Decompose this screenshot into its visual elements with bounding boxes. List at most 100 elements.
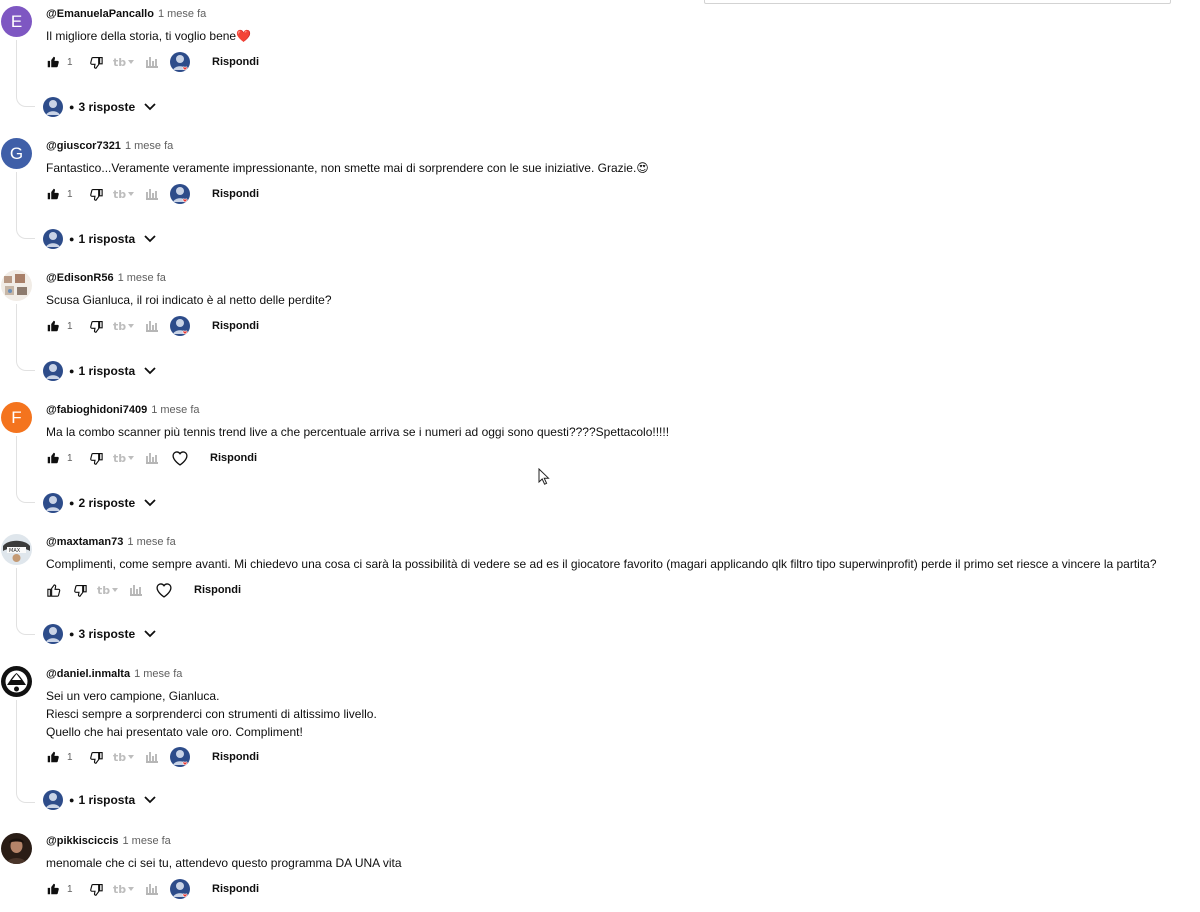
- replies-toggle[interactable]: ● 3 risposte: [42, 96, 156, 118]
- like-filled-icon[interactable]: [46, 319, 60, 333]
- avatar[interactable]: [1, 833, 32, 864]
- heart-icon[interactable]: [155, 582, 173, 598]
- svg-text:tb: tb: [113, 320, 126, 332]
- dislike-icon[interactable]: [89, 319, 104, 334]
- comment-header: @maxtaman73 1 mese fa: [46, 536, 176, 548]
- comment-line: Il migliore della storia, ti voglio bene…: [46, 29, 252, 43]
- replies-toggle[interactable]: ● 3 risposte: [42, 623, 156, 645]
- comment-header: @daniel.inmalta 1 mese fa: [46, 668, 182, 680]
- chevron-down-icon: [144, 499, 156, 507]
- creator-avatar-icon: [42, 96, 64, 118]
- like-filled-icon[interactable]: [46, 451, 60, 465]
- bar-chart-icon[interactable]: [145, 452, 159, 464]
- like-count: 1: [67, 452, 73, 464]
- replies-toggle[interactable]: ● 1 risposta: [42, 228, 156, 250]
- bar-chart-icon[interactable]: [145, 56, 159, 68]
- thumb-score-icon[interactable]: tb: [113, 452, 135, 464]
- bar-chart-icon[interactable]: [145, 751, 159, 763]
- bar-chart-icon[interactable]: [145, 883, 159, 895]
- heart-icon[interactable]: [171, 450, 189, 466]
- chevron-down-icon: [144, 367, 156, 375]
- comment-author[interactable]: @fabioghidoni7409: [46, 404, 147, 416]
- avatar[interactable]: E: [1, 6, 32, 37]
- reply-button[interactable]: Rispondi: [212, 751, 259, 763]
- replies-count: 1 risposta: [78, 232, 136, 246]
- chevron-down-icon: [144, 103, 156, 111]
- comment-author[interactable]: @maxtaman73: [46, 536, 123, 548]
- comment-thread: @EdisonR56 1 mese fa Scusa Gianluca, il r…: [0, 268, 1200, 398]
- dislike-icon[interactable]: [89, 882, 104, 897]
- comment-header: @EmanuelaPancallo 1 mese fa: [46, 8, 206, 20]
- replies-count: 3 risposte: [78, 100, 136, 114]
- avatar[interactable]: [1, 666, 32, 697]
- thread-connector: [16, 40, 35, 107]
- reply-button[interactable]: Rispondi: [194, 584, 241, 596]
- creator-heart-avatar: [169, 746, 191, 768]
- reply-button[interactable]: Rispondi: [212, 56, 259, 68]
- replies-toggle[interactable]: ● 2 risposte: [42, 492, 156, 514]
- separator-dot: ●: [69, 795, 75, 805]
- dislike-icon[interactable]: [89, 187, 104, 202]
- reply-button[interactable]: Rispondi: [212, 883, 259, 895]
- comment-author[interactable]: @pikkisciccis: [46, 835, 119, 847]
- chevron-down-icon: [144, 630, 156, 638]
- comment-line: menomale che ci sei tu, attendevo questo…: [46, 856, 402, 870]
- reply-button[interactable]: Rispondi: [212, 188, 259, 200]
- dislike-icon[interactable]: [89, 451, 104, 466]
- like-filled-icon[interactable]: [46, 882, 60, 896]
- dislike-icon[interactable]: [73, 583, 88, 598]
- bar-chart-icon[interactable]: [145, 188, 159, 200]
- creator-avatar-icon: [42, 623, 64, 645]
- comment-line: Complimenti, come sempre avanti. Mi chie…: [46, 557, 1157, 571]
- separator-dot: ●: [69, 366, 75, 376]
- avatar[interactable]: F: [1, 402, 32, 433]
- thread-connector: [16, 172, 35, 239]
- separator-dot: ●: [69, 234, 75, 244]
- like-filled-icon[interactable]: [46, 187, 60, 201]
- thumb-score-icon[interactable]: tb: [113, 883, 135, 895]
- svg-text:tb: tb: [113, 751, 126, 763]
- comment-time[interactable]: 1 mese fa: [134, 668, 182, 680]
- thumb-score-icon[interactable]: tb: [113, 188, 135, 200]
- comment-time[interactable]: 1 mese fa: [151, 404, 199, 416]
- creator-avatar-icon: [42, 789, 64, 811]
- replies-count: 1 risposta: [78, 364, 136, 378]
- svg-text:tb: tb: [113, 188, 126, 200]
- thread-connector: [16, 700, 35, 803]
- reply-button[interactable]: Rispondi: [210, 452, 257, 464]
- comment-author[interactable]: @giuscor7321: [46, 140, 121, 152]
- avatar[interactable]: [1, 270, 32, 301]
- thumb-score-icon[interactable]: tb: [113, 320, 135, 332]
- replies-toggle[interactable]: ● 1 risposta: [42, 789, 156, 811]
- like-filled-icon[interactable]: [46, 55, 60, 69]
- comment-time[interactable]: 1 mese fa: [127, 536, 175, 548]
- like-filled-icon[interactable]: [46, 750, 60, 764]
- svg-text:tb: tb: [113, 56, 126, 68]
- comment-line: Fantastico...Veramente veramente impress…: [46, 161, 649, 175]
- chevron-down-icon: [144, 235, 156, 243]
- reply-button[interactable]: Rispondi: [212, 320, 259, 332]
- comment-actions: 1 tb Rispondi: [46, 747, 259, 767]
- dislike-icon[interactable]: [89, 750, 104, 765]
- creator-heart-avatar: [169, 878, 191, 900]
- comment-author[interactable]: @daniel.inmalta: [46, 668, 130, 680]
- bar-chart-icon[interactable]: [129, 584, 143, 596]
- avatar[interactable]: G: [1, 138, 32, 169]
- dislike-icon[interactable]: [89, 55, 104, 70]
- thumb-score-icon[interactable]: tb: [113, 56, 135, 68]
- comment-time[interactable]: 1 mese fa: [125, 140, 173, 152]
- replies-toggle[interactable]: ● 1 risposta: [42, 360, 156, 382]
- comment-time[interactable]: 1 mese fa: [158, 8, 206, 20]
- comment-author[interactable]: @EdisonR56: [46, 272, 114, 284]
- comment-author[interactable]: @EmanuelaPancallo: [46, 8, 154, 20]
- bar-chart-icon[interactable]: [145, 320, 159, 332]
- avatar[interactable]: MAX: [1, 534, 32, 565]
- comment-actions: 1 tb Rispondi: [46, 316, 259, 336]
- creator-avatar-icon: [42, 228, 64, 250]
- comment-time[interactable]: 1 mese fa: [123, 835, 171, 847]
- comment-time[interactable]: 1 mese fa: [118, 272, 166, 284]
- replies-count: 1 risposta: [78, 793, 136, 807]
- like-icon[interactable]: [46, 583, 61, 598]
- thumb-score-icon[interactable]: tb: [113, 751, 135, 763]
- thumb-score-icon[interactable]: tb: [97, 584, 119, 596]
